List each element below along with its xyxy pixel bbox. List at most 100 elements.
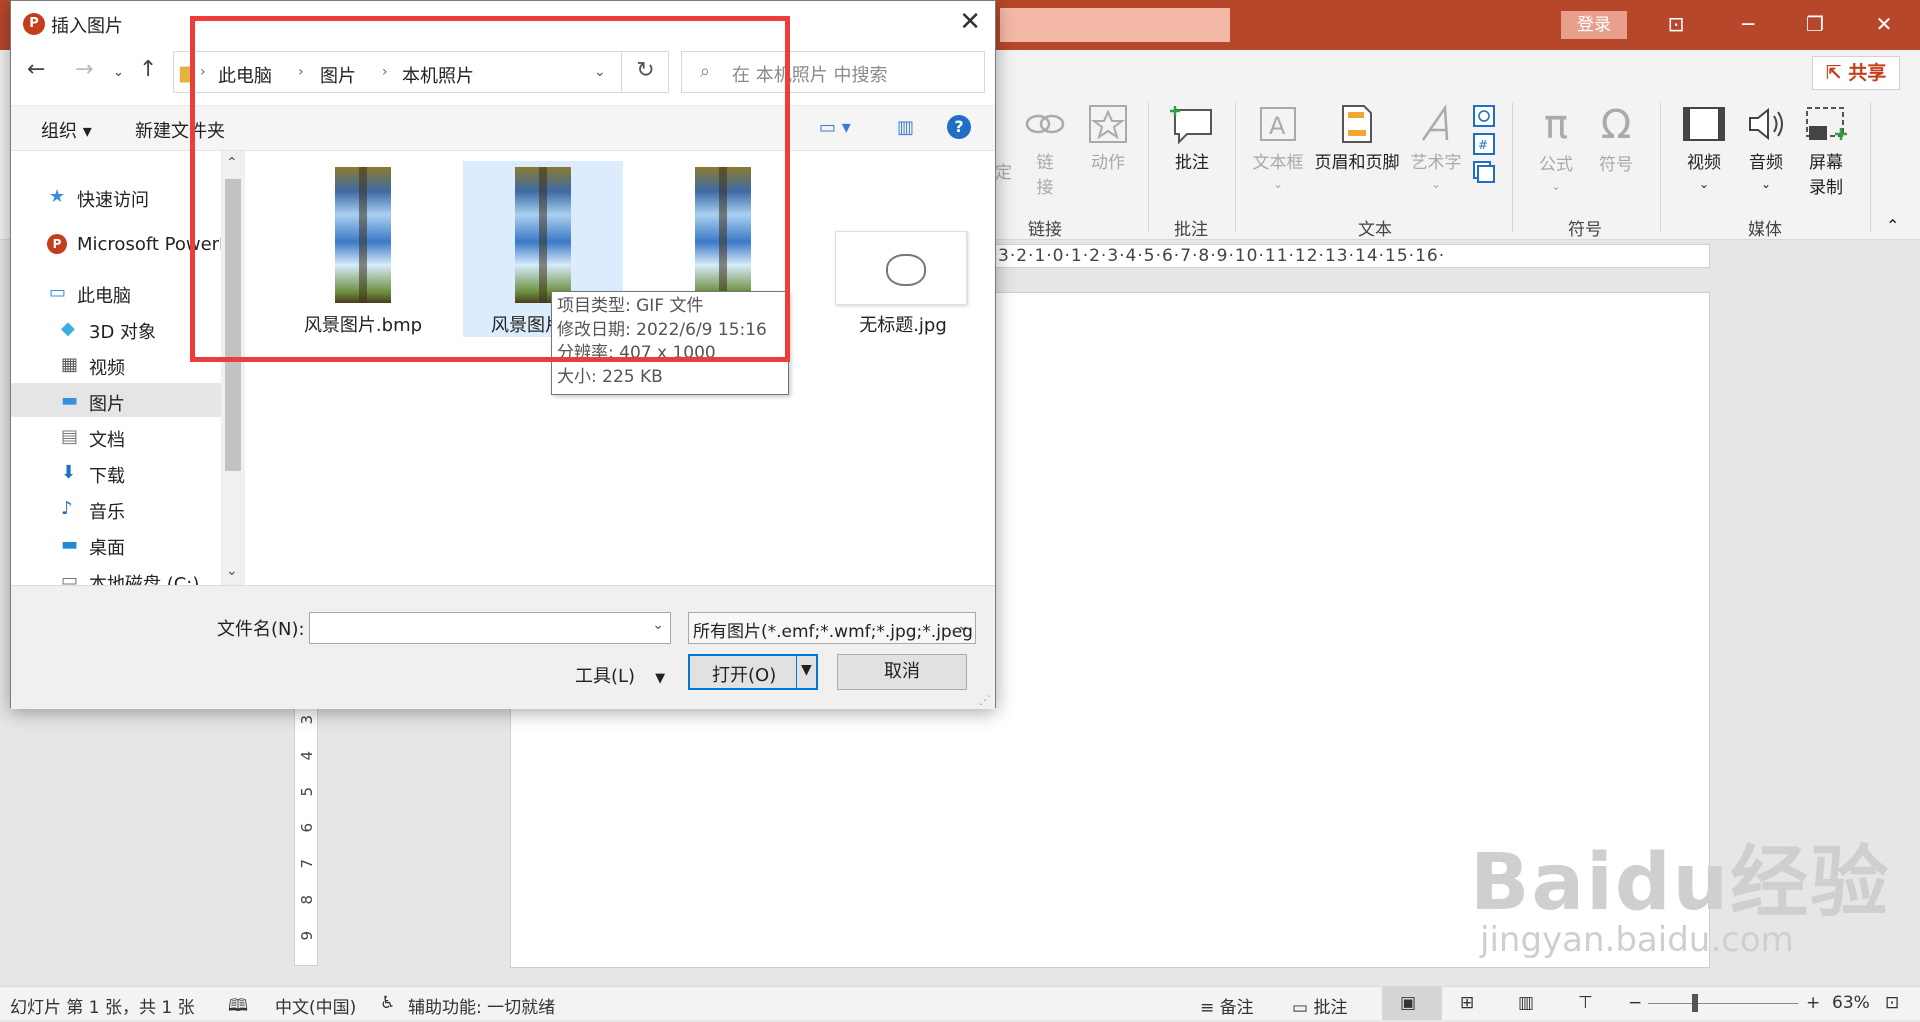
chevron-down-icon: ⌄ bbox=[1760, 177, 1772, 191]
spellcheck-icon[interactable]: 🕮 bbox=[228, 993, 248, 1022]
file-tile-untitled[interactable]: 无标题.jpg bbox=[823, 161, 983, 337]
video-button[interactable]: 视频 ⌄ bbox=[1676, 104, 1732, 193]
forward-arrow-icon[interactable]: → bbox=[75, 57, 93, 82]
new-folder-button[interactable]: 新建文件夹 bbox=[135, 117, 225, 143]
restore-button[interactable]: ❐ bbox=[1797, 10, 1833, 38]
ruler-tick-label: 8 bbox=[298, 895, 316, 905]
chevron-right-icon: › bbox=[382, 64, 388, 80]
language-indicator[interactable]: 中文(中国) bbox=[275, 993, 356, 1018]
nav-this-pc[interactable]: ▭ 此电脑 bbox=[11, 275, 221, 309]
nav-3d-objects[interactable]: ◆ 3D 对象 bbox=[11, 311, 221, 345]
powerpoint-window: 登录 ⊡ ─ ❐ ✕ ⇱ 共享 定 链 接 动作 链接 批注 批注 A 文本框 ⌄ bbox=[0, 0, 1920, 1020]
search-input[interactable]: ⌕ 在 本机照片 中搜索 bbox=[681, 51, 985, 93]
address-bar[interactable]: ▆ › 此电脑 › 图片 › 本机照片 ⌄ bbox=[173, 51, 669, 93]
dialog-titlebar: P 插入图片 ✕ bbox=[11, 1, 995, 45]
nav-scrollbar[interactable]: ⌃ ⌄ bbox=[221, 151, 245, 585]
zoom-level[interactable]: 63% bbox=[1832, 993, 1870, 1013]
omega-icon: Ω bbox=[1600, 102, 1632, 148]
nav-quick-access[interactable]: ★ 快速访问 bbox=[11, 179, 221, 213]
close-window-button[interactable]: ✕ bbox=[1866, 10, 1902, 38]
chevron-down-icon[interactable]: ⌄ bbox=[594, 64, 606, 80]
filename-label: 文件名(N): bbox=[217, 619, 305, 640]
textbox-button[interactable]: A 文本框 ⌄ bbox=[1250, 104, 1306, 193]
slide-sorter-icon[interactable]: ⊞ bbox=[1460, 993, 1474, 1013]
collapse-ribbon-icon[interactable]: ⌃ bbox=[1886, 216, 1899, 235]
cancel-button[interactable]: 取消 bbox=[837, 654, 967, 690]
screen-recording-button[interactable]: 屏幕 录制 bbox=[1798, 104, 1854, 198]
nav-pictures[interactable]: ▬ 图片 bbox=[11, 383, 221, 417]
link-button[interactable]: 链 接 bbox=[1020, 104, 1070, 198]
nav-desktop[interactable]: ▬ 桌面 bbox=[11, 527, 221, 561]
zoom-in-button[interactable]: + bbox=[1806, 993, 1820, 1013]
breadcrumb-pictures[interactable]: 图片 bbox=[320, 62, 356, 88]
share-button[interactable]: ⇱ 共享 bbox=[1812, 56, 1900, 90]
help-icon[interactable]: ? bbox=[947, 115, 971, 139]
minimize-button[interactable]: ─ bbox=[1730, 10, 1766, 38]
notes-button[interactable]: ≡ 备注 bbox=[1200, 993, 1254, 1018]
scroll-up-icon[interactable]: ⌃ bbox=[226, 155, 238, 171]
zoom-out-button[interactable]: − bbox=[1628, 993, 1642, 1013]
ppt-search-bar[interactable] bbox=[1000, 8, 1230, 42]
normal-view-icon: ▣ bbox=[1400, 993, 1417, 1013]
computer-icon: ▭ bbox=[49, 282, 67, 303]
wordart-button[interactable]: 艺术字 ⌄ bbox=[1408, 104, 1464, 193]
back-arrow-icon[interactable]: ← bbox=[27, 57, 45, 82]
fit-to-window-icon[interactable]: ⊡ bbox=[1885, 993, 1899, 1013]
nav-videos[interactable]: ▦ 视频 bbox=[11, 347, 221, 381]
dropdown-triangle-icon: ▼ bbox=[655, 671, 666, 686]
symbol-button[interactable]: Ω 符号 bbox=[1590, 104, 1642, 175]
nav-documents[interactable]: ▤ 文档 bbox=[11, 419, 221, 453]
reading-view-icon[interactable]: ▥ bbox=[1518, 993, 1534, 1013]
up-arrow-icon[interactable]: ↑ bbox=[139, 57, 157, 82]
accessibility-icon[interactable]: ♿ bbox=[380, 993, 395, 1013]
datetime-icon: # bbox=[1473, 105, 1495, 183]
ruler-tick-label: 6 bbox=[298, 823, 316, 833]
comment-button[interactable]: 批注 bbox=[1164, 104, 1220, 173]
breadcrumb-local-photos[interactable]: 本机照片 bbox=[402, 62, 474, 88]
chevron-down-icon[interactable]: ⌄ bbox=[652, 617, 664, 633]
scrollbar-thumb[interactable] bbox=[225, 179, 241, 471]
resize-grip-icon[interactable]: ⋰ bbox=[979, 693, 991, 707]
zoom-slider-thumb[interactable] bbox=[1692, 994, 1698, 1012]
nav-local-disk[interactable]: ▭ 本地磁盘 (C:) bbox=[11, 563, 221, 585]
tooltip-modified: 修改日期: 2022/6/9 15:16 bbox=[557, 319, 767, 340]
star-icon: ★ bbox=[49, 186, 66, 207]
nav-downloads[interactable]: ⬇ 下载 bbox=[11, 455, 221, 489]
refresh-icon[interactable]: ↻ bbox=[621, 51, 669, 93]
slideshow-icon[interactable]: ⊤ bbox=[1578, 993, 1593, 1013]
ribbon-display-icon[interactable]: ⊡ bbox=[1658, 10, 1694, 38]
open-button[interactable]: 打开(O) ▼ bbox=[688, 654, 818, 690]
file-tile-bmp[interactable]: 风景图片.bmp bbox=[283, 161, 443, 337]
preview-pane-icon[interactable]: ▥ bbox=[897, 117, 914, 138]
slide-count: 幻灯片 第 1 张，共 1 张 bbox=[10, 998, 195, 1018]
comments-button[interactable]: ▭ 批注 bbox=[1292, 993, 1347, 1018]
close-icon[interactable]: ✕ bbox=[959, 7, 981, 37]
landscape-thumbnail bbox=[335, 167, 391, 303]
file-type-select[interactable]: 所有图片(*.emf;*.wmf;*.jpg;*.jpeg ⌄ bbox=[688, 612, 976, 644]
zoom-slider-track[interactable] bbox=[1648, 1003, 1798, 1004]
ruler-tick-label: 9 bbox=[298, 931, 316, 941]
filename-input[interactable]: ⌄ bbox=[309, 612, 671, 644]
comment-icon bbox=[1170, 106, 1212, 144]
action-button[interactable]: 动作 bbox=[1082, 104, 1134, 173]
audio-button[interactable]: 音频 ⌄ bbox=[1738, 104, 1794, 193]
recent-locations-icon[interactable]: ⌄ bbox=[113, 65, 124, 80]
nav-powerpoint[interactable]: P Microsoft PowerI bbox=[11, 227, 224, 261]
dropdown-triangle-icon[interactable]: ▼ bbox=[801, 662, 812, 678]
breadcrumb-this-pc[interactable]: 此电脑 bbox=[218, 62, 272, 88]
group-links-label: 链接 bbox=[1028, 220, 1062, 240]
accessibility-status[interactable]: 辅助功能: 一切就绪 bbox=[408, 993, 555, 1018]
nav-music[interactable]: ♪ 音乐 bbox=[11, 491, 221, 525]
picture-icon: ▬ bbox=[61, 390, 79, 411]
datetime-buttons[interactable]: # bbox=[1472, 104, 1498, 193]
chevron-down-icon: ⌄ bbox=[1550, 179, 1562, 193]
tools-button[interactable]: 工具(L) ▼ bbox=[575, 662, 665, 688]
navigation-pane: ★ 快速访问 P Microsoft PowerI ▭ 此电脑 ◆ 3D 对象 … bbox=[11, 151, 224, 585]
change-view-icon[interactable]: ▭ ▾ bbox=[819, 117, 851, 138]
login-button[interactable]: 登录 bbox=[1561, 11, 1627, 39]
equation-button[interactable]: π 公式 ⌄ bbox=[1530, 104, 1582, 195]
scroll-down-icon[interactable]: ⌄ bbox=[226, 563, 238, 579]
header-footer-button[interactable]: 页眉和页脚 bbox=[1310, 104, 1404, 173]
chevron-down-icon: ⌄ bbox=[1430, 177, 1442, 191]
organize-button[interactable]: 组织 ▾ bbox=[41, 117, 92, 143]
